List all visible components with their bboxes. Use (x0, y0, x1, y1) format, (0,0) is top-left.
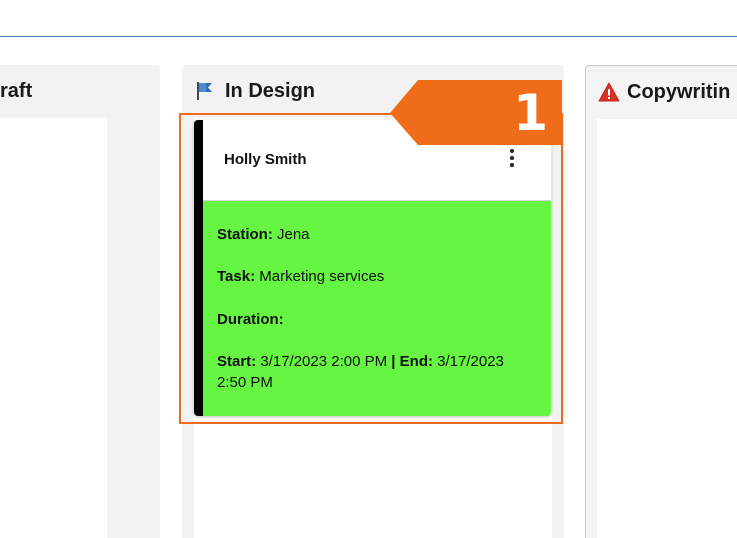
task-value: Marketing services (259, 268, 385, 285)
card-assignee-name: Holly Smith (224, 151, 307, 168)
task-label: Task: (217, 268, 256, 285)
station-row: Station: Jena (217, 224, 537, 245)
column-draft: raft (0, 65, 160, 538)
header-divider (0, 36, 737, 37)
schedule-row: Start: 3/17/2023 2:00 PM | End: 3/17/202… (217, 351, 537, 393)
column-copywriting-title: Copywritin (627, 80, 731, 103)
schedule-separator: | (391, 353, 396, 370)
column-draft-lane (0, 118, 107, 538)
warning-icon (598, 82, 620, 102)
start-label: Start: (217, 353, 257, 370)
column-in-design-header[interactable]: In Design (196, 65, 315, 117)
annotation-number: 1 (513, 84, 548, 142)
flag-icon (196, 81, 214, 101)
duration-label: Duration: (217, 311, 284, 328)
end-label: End: (399, 353, 433, 370)
column-copywriting-header[interactable]: Copywritin (598, 66, 730, 118)
column-draft-header[interactable]: raft (0, 65, 32, 117)
kanban-board: raft In Design Copywritin Holly Smith St… (0, 0, 737, 538)
column-copywriting-lane (597, 119, 737, 538)
start-value: 3/17/2023 2:00 PM (260, 353, 388, 370)
column-draft-title: raft (0, 79, 33, 102)
task-card[interactable]: Holly Smith Station: Jena Task: Marketin… (194, 120, 551, 416)
card-status-stripe (194, 120, 203, 416)
card-details: Station: Jena Task: Marketing services D… (203, 201, 551, 416)
more-options-icon[interactable] (509, 149, 515, 171)
station-value: Jena (277, 226, 310, 243)
column-in-design-title: In Design (225, 79, 316, 102)
column-copywriting: Copywritin (585, 65, 737, 538)
station-label: Station: (217, 226, 273, 243)
annotation-callout: 1 (390, 80, 562, 145)
task-row: Task: Marketing services (217, 266, 537, 287)
duration-row: Duration: (217, 309, 537, 330)
